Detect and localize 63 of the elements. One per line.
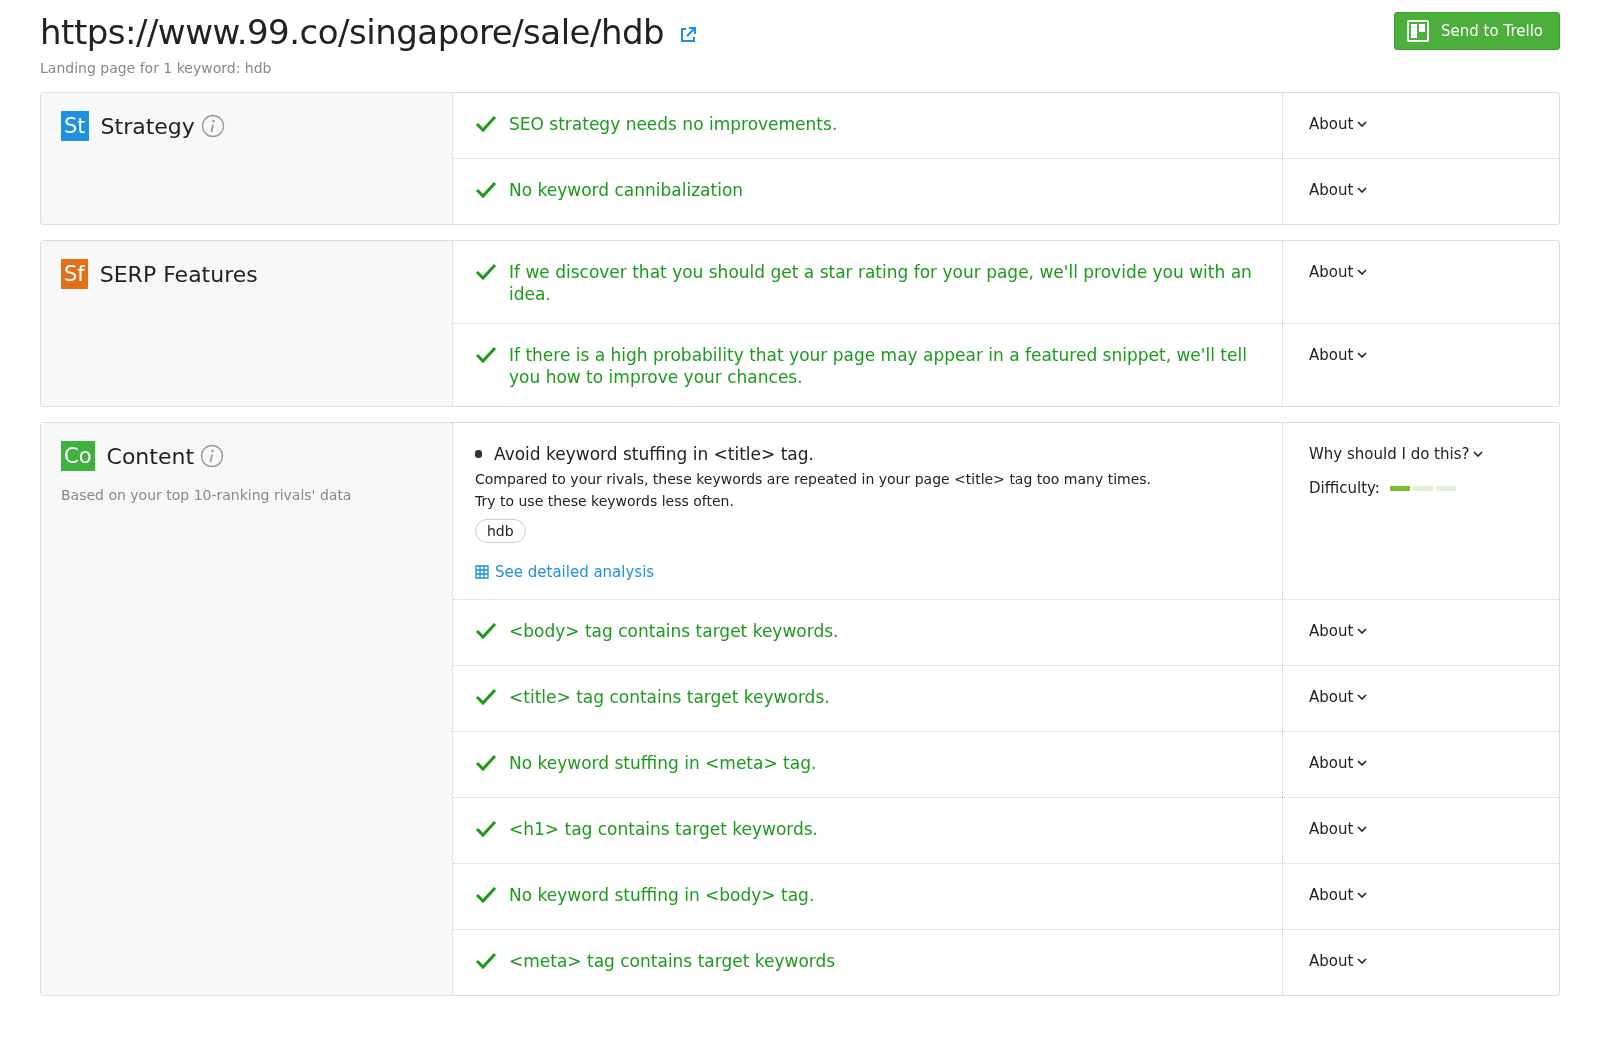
task-description: Try to use these keywords less often. bbox=[475, 493, 734, 509]
expand-toggle[interactable]: About bbox=[1309, 622, 1533, 640]
check-message: No keyword cannibalization bbox=[509, 179, 744, 201]
chevron-down-icon bbox=[1357, 187, 1368, 193]
section-badge: Sf bbox=[61, 259, 88, 289]
check-message: <h1> tag contains target keywords. bbox=[509, 818, 819, 840]
check-message: <meta> tag contains target keywords bbox=[509, 950, 836, 972]
check-message: No keyword stuffing in <meta> tag. bbox=[509, 752, 817, 774]
check-message: No keyword stuffing in <body> tag. bbox=[509, 884, 815, 906]
expand-toggle[interactable]: About bbox=[1309, 820, 1533, 838]
check-message: If we discover that you should get a star rating for your page, we'll provide you with an idea. bbox=[509, 261, 1253, 305]
info-icon[interactable] bbox=[200, 444, 224, 468]
detailed-analysis-link[interactable]: See detailed analysis bbox=[475, 563, 655, 581]
check-icon bbox=[475, 688, 497, 706]
chevron-down-icon bbox=[1357, 694, 1368, 700]
expand-toggle[interactable]: Why should I do this? bbox=[1309, 445, 1533, 463]
expand-toggle[interactable]: About bbox=[1309, 263, 1533, 281]
check-icon bbox=[475, 346, 497, 364]
task-title: Avoid keyword stuffing in <title> tag. bbox=[494, 443, 814, 465]
expand-toggle[interactable]: About bbox=[1309, 952, 1533, 970]
check-message: If there is a high probability that your page may appear in a featured snippet, we'll tell you how to improve your chances. bbox=[509, 344, 1248, 388]
check-icon bbox=[475, 886, 497, 904]
expand-toggle[interactable]: About bbox=[1309, 688, 1533, 706]
info-icon[interactable] bbox=[200, 114, 225, 138]
check-icon bbox=[475, 263, 497, 281]
section-title: Content bbox=[106, 443, 194, 469]
section-note: Based on your top 10-ranking rivals' data bbox=[61, 487, 353, 503]
check-icon bbox=[475, 115, 497, 133]
difficulty-meter bbox=[1389, 485, 1456, 491]
chevron-down-icon bbox=[1357, 826, 1368, 832]
check-icon bbox=[475, 952, 497, 970]
chevron-down-icon bbox=[1357, 892, 1368, 898]
board-icon bbox=[1407, 20, 1430, 42]
chevron-down-icon bbox=[1357, 760, 1368, 766]
page-url: https://www.99.co/singapore/sale/hdb bbox=[40, 12, 665, 52]
task-description: Compared to your rivals, these keywords are repeated in your page <title> tag too many times. bbox=[475, 471, 1152, 487]
expand-toggle[interactable]: About bbox=[1309, 115, 1533, 133]
difficulty-label: Difficulty: bbox=[1309, 479, 1380, 497]
check-icon bbox=[475, 820, 497, 838]
chevron-down-icon bbox=[1357, 958, 1368, 964]
chevron-down-icon bbox=[1357, 628, 1368, 634]
expand-toggle[interactable]: About bbox=[1309, 181, 1533, 199]
external-link-icon[interactable] bbox=[678, 25, 699, 45]
check-icon bbox=[475, 754, 497, 772]
check-icon bbox=[475, 181, 497, 199]
check-message: <title> tag contains target keywords. bbox=[509, 686, 830, 708]
section-badge: St bbox=[61, 111, 89, 141]
table-icon bbox=[475, 565, 489, 579]
chevron-down-icon bbox=[1357, 121, 1368, 127]
section-title: Strategy bbox=[100, 113, 195, 139]
expand-toggle[interactable]: About bbox=[1309, 346, 1533, 364]
check-message: <body> tag contains target keywords. bbox=[509, 620, 839, 642]
chevron-down-icon bbox=[1357, 269, 1368, 275]
section-badge: Co bbox=[61, 441, 95, 471]
check-icon bbox=[475, 622, 497, 640]
check-message: SEO strategy needs no improvements. bbox=[509, 113, 838, 135]
section-title: SERP Features bbox=[99, 261, 258, 287]
chevron-down-icon bbox=[1357, 352, 1368, 358]
expand-toggle[interactable]: About bbox=[1309, 886, 1533, 904]
bullet-icon bbox=[475, 450, 482, 458]
expand-toggle[interactable]: About bbox=[1309, 754, 1533, 772]
chevron-down-icon bbox=[1473, 451, 1484, 457]
page-subtitle: Landing page for 1 keyword: hdb bbox=[40, 60, 273, 76]
